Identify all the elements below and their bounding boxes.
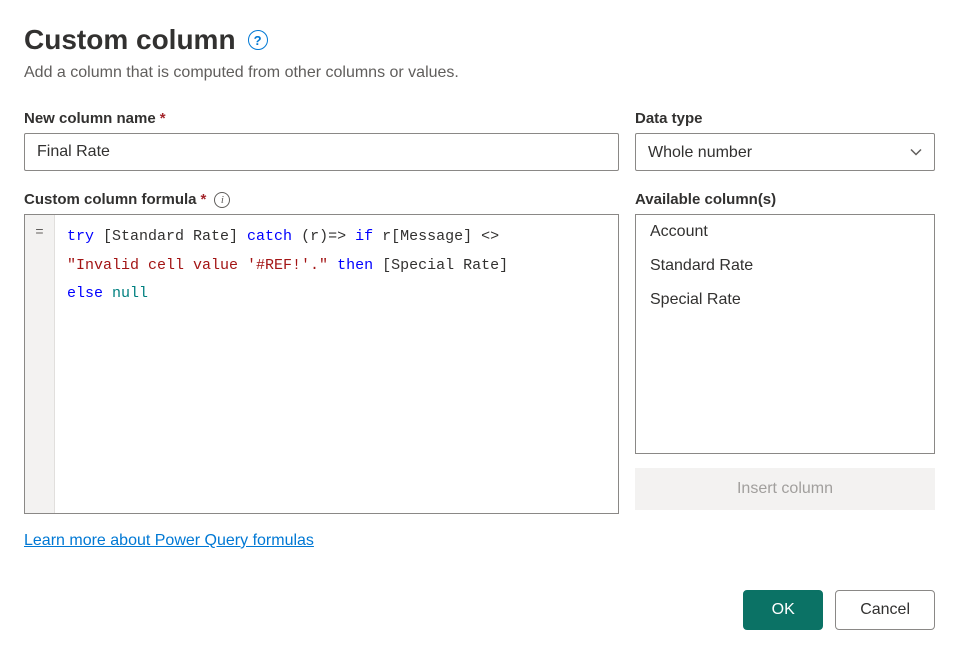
required-asterisk: * [160,110,166,127]
formula-token: catch [247,228,301,245]
dialog-subtitle: Add a column that is computed from other… [24,64,935,82]
formula-token: then [337,257,382,274]
column-item[interactable]: Special Rate [636,283,934,317]
formula-label: Custom column formula [24,191,197,208]
formula-token: if [355,228,382,245]
new-column-name-label: New column name [24,110,156,127]
formula-token: [Standard Rate] [103,228,247,245]
column-item[interactable]: Account [636,215,934,249]
formula-token: try [67,228,103,245]
formula-token: r[Message] <> [382,228,508,245]
dialog-title: Custom column [24,24,236,56]
insert-column-button[interactable]: Insert column [635,468,935,510]
help-icon[interactable]: ? [248,30,268,50]
data-type-label: Data type [635,110,703,127]
column-item[interactable]: Standard Rate [636,249,934,283]
data-type-select[interactable]: Whole number [635,133,935,171]
formula-gutter: = [25,215,55,513]
learn-more-link[interactable]: Learn more about Power Query formulas [24,532,314,550]
ok-button[interactable]: OK [743,590,823,630]
formula-editor[interactable]: = try [Standard Rate] catch (r)=> if r[M… [24,214,619,514]
formula-token: (r)=> [301,228,355,245]
formula-token: "Invalid cell value '#REF!'." [67,257,328,274]
available-columns-list[interactable]: AccountStandard RateSpecial Rate [635,214,935,454]
new-column-name-input[interactable] [24,133,619,171]
formula-token: null [112,285,148,302]
formula-content[interactable]: try [Standard Rate] catch (r)=> if r[Mes… [55,215,618,513]
required-asterisk: * [201,191,207,208]
available-columns-label: Available column(s) [635,191,776,208]
info-icon[interactable]: i [214,192,230,208]
formula-token [328,257,337,274]
cancel-button[interactable]: Cancel [835,590,935,630]
formula-token: else [67,285,112,302]
formula-token: [Special Rate] [382,257,517,274]
